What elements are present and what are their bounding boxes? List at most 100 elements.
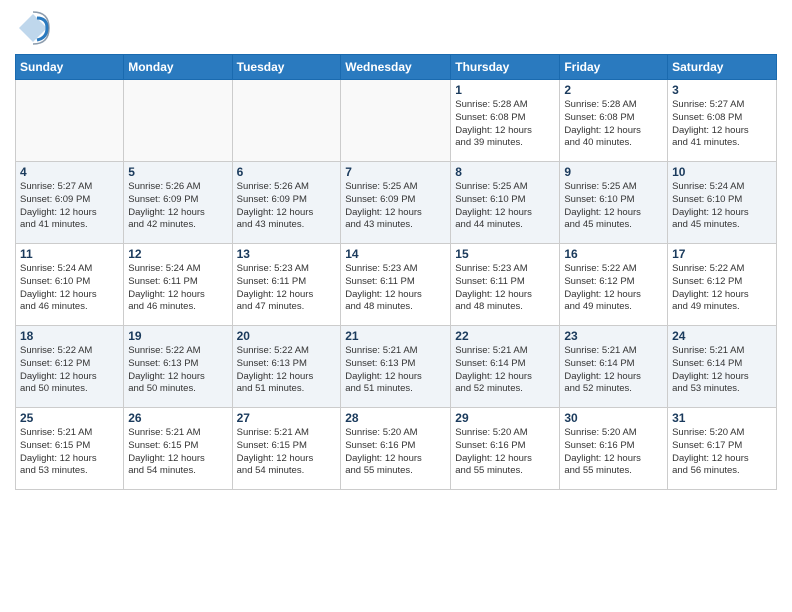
day-info: Sunrise: 5:27 AM Sunset: 6:09 PM Dayligh… [20, 181, 119, 232]
calendar-cell: 29 Sunrise: 5:20 AM Sunset: 6:16 PM Dayli… [451, 408, 560, 490]
day-number: 14 [345, 247, 446, 261]
day-info: Sunrise: 5:23 AM Sunset: 6:11 PM Dayligh… [237, 263, 337, 314]
day-info: Sunrise: 5:21 AM Sunset: 6:15 PM Dayligh… [128, 427, 227, 478]
day-info: Sunrise: 5:21 AM Sunset: 6:15 PM Dayligh… [237, 427, 337, 478]
calendar-week-row: 18 Sunrise: 5:22 AM Sunset: 6:12 PM Dayli… [16, 326, 777, 408]
day-info: Sunrise: 5:22 AM Sunset: 6:13 PM Dayligh… [128, 345, 227, 396]
day-info: Sunrise: 5:21 AM Sunset: 6:14 PM Dayligh… [672, 345, 772, 396]
day-number: 30 [564, 411, 663, 425]
calendar-cell: 30 Sunrise: 5:20 AM Sunset: 6:16 PM Dayli… [560, 408, 668, 490]
day-info: Sunrise: 5:22 AM Sunset: 6:12 PM Dayligh… [20, 345, 119, 396]
calendar-cell: 20 Sunrise: 5:22 AM Sunset: 6:13 PM Dayli… [232, 326, 341, 408]
day-number: 2 [564, 83, 663, 97]
day-info: Sunrise: 5:25 AM Sunset: 6:10 PM Dayligh… [564, 181, 663, 232]
day-info: Sunrise: 5:25 AM Sunset: 6:09 PM Dayligh… [345, 181, 446, 232]
day-info: Sunrise: 5:22 AM Sunset: 6:12 PM Dayligh… [564, 263, 663, 314]
day-number: 20 [237, 329, 337, 343]
calendar-cell: 21Sunrise: 5:21 AM Sunset: 6:13 PM Dayli… [341, 326, 451, 408]
calendar-cell: 15 Sunrise: 5:23 AM Sunset: 6:11 PM Dayli… [451, 244, 560, 326]
weekday-header-saturday: Saturday [668, 55, 777, 80]
day-number: 5 [128, 165, 227, 179]
calendar-cell [16, 80, 124, 162]
weekday-header-wednesday: Wednesday [341, 55, 451, 80]
calendar-cell [232, 80, 341, 162]
day-number: 4 [20, 165, 119, 179]
day-number: 31 [672, 411, 772, 425]
day-number: 29 [455, 411, 555, 425]
day-number: 10 [672, 165, 772, 179]
calendar-week-row: 1 Sunrise: 5:28 AM Sunset: 6:08 PM Daylig… [16, 80, 777, 162]
calendar-cell: 14 Sunrise: 5:23 AM Sunset: 6:11 PM Dayli… [341, 244, 451, 326]
day-number: 22 [455, 329, 555, 343]
weekday-header-friday: Friday [560, 55, 668, 80]
calendar-cell: 8 Sunrise: 5:25 AM Sunset: 6:10 PM Daylig… [451, 162, 560, 244]
day-info: Sunrise: 5:25 AM Sunset: 6:10 PM Dayligh… [455, 181, 555, 232]
calendar-cell: 9Sunrise: 5:25 AM Sunset: 6:10 PM Daylig… [560, 162, 668, 244]
day-info: Sunrise: 5:28 AM Sunset: 6:08 PM Dayligh… [455, 99, 555, 150]
day-number: 12 [128, 247, 227, 261]
calendar-cell: 3 Sunrise: 5:27 AM Sunset: 6:08 PM Daylig… [668, 80, 777, 162]
calendar-cell: 10 Sunrise: 5:24 AM Sunset: 6:10 PM Dayli… [668, 162, 777, 244]
day-number: 6 [237, 165, 337, 179]
calendar-cell: 26 Sunrise: 5:21 AM Sunset: 6:15 PM Dayli… [124, 408, 232, 490]
calendar-cell: 17 Sunrise: 5:22 AM Sunset: 6:12 PM Dayli… [668, 244, 777, 326]
day-info: Sunrise: 5:21 AM Sunset: 6:14 PM Dayligh… [455, 345, 555, 396]
day-info: Sunrise: 5:28 AM Sunset: 6:08 PM Dayligh… [564, 99, 663, 150]
weekday-header-sunday: Sunday [16, 55, 124, 80]
logo [15, 10, 55, 46]
calendar-cell: 22 Sunrise: 5:21 AM Sunset: 6:14 PM Dayli… [451, 326, 560, 408]
day-info: Sunrise: 5:22 AM Sunset: 6:12 PM Dayligh… [672, 263, 772, 314]
weekday-header-monday: Monday [124, 55, 232, 80]
calendar-cell: 7 Sunrise: 5:25 AM Sunset: 6:09 PM Daylig… [341, 162, 451, 244]
calendar-cell: 23 Sunrise: 5:21 AM Sunset: 6:14 PM Dayli… [560, 326, 668, 408]
day-info: Sunrise: 5:20 AM Sunset: 6:16 PM Dayligh… [455, 427, 555, 478]
weekday-header-thursday: Thursday [451, 55, 560, 80]
weekday-header-row: SundayMondayTuesdayWednesdayThursdayFrid… [16, 55, 777, 80]
day-info: Sunrise: 5:24 AM Sunset: 6:10 PM Dayligh… [20, 263, 119, 314]
calendar-week-row: 4 Sunrise: 5:27 AM Sunset: 6:09 PM Daylig… [16, 162, 777, 244]
day-number: 1 [455, 83, 555, 97]
day-number: 15 [455, 247, 555, 261]
day-number: 11 [20, 247, 119, 261]
calendar-cell: 1 Sunrise: 5:28 AM Sunset: 6:08 PM Daylig… [451, 80, 560, 162]
calendar-cell [341, 80, 451, 162]
day-number: 25 [20, 411, 119, 425]
day-info: Sunrise: 5:22 AM Sunset: 6:13 PM Dayligh… [237, 345, 337, 396]
calendar-cell: 28 Sunrise: 5:20 AM Sunset: 6:16 PM Dayli… [341, 408, 451, 490]
calendar-cell: 19 Sunrise: 5:22 AM Sunset: 6:13 PM Dayli… [124, 326, 232, 408]
day-number: 17 [672, 247, 772, 261]
day-number: 3 [672, 83, 772, 97]
day-info: Sunrise: 5:26 AM Sunset: 6:09 PM Dayligh… [128, 181, 227, 232]
day-number: 19 [128, 329, 227, 343]
day-info: Sunrise: 5:23 AM Sunset: 6:11 PM Dayligh… [455, 263, 555, 314]
calendar-cell: 12Sunrise: 5:24 AM Sunset: 6:11 PM Dayli… [124, 244, 232, 326]
day-number: 7 [345, 165, 446, 179]
calendar-week-row: 11 Sunrise: 5:24 AM Sunset: 6:10 PM Dayli… [16, 244, 777, 326]
day-number: 18 [20, 329, 119, 343]
calendar-cell [124, 80, 232, 162]
calendar-cell: 27 Sunrise: 5:21 AM Sunset: 6:15 PM Dayli… [232, 408, 341, 490]
day-info: Sunrise: 5:23 AM Sunset: 6:11 PM Dayligh… [345, 263, 446, 314]
day-info: Sunrise: 5:20 AM Sunset: 6:16 PM Dayligh… [345, 427, 446, 478]
day-number: 21 [345, 329, 446, 343]
calendar-table: SundayMondayTuesdayWednesdayThursdayFrid… [15, 54, 777, 490]
day-info: Sunrise: 5:21 AM Sunset: 6:14 PM Dayligh… [564, 345, 663, 396]
calendar-cell: 16 Sunrise: 5:22 AM Sunset: 6:12 PM Dayli… [560, 244, 668, 326]
day-number: 28 [345, 411, 446, 425]
day-number: 26 [128, 411, 227, 425]
calendar-cell: 2 Sunrise: 5:28 AM Sunset: 6:08 PM Daylig… [560, 80, 668, 162]
day-number: 8 [455, 165, 555, 179]
day-number: 23 [564, 329, 663, 343]
calendar-cell: 6Sunrise: 5:26 AM Sunset: 6:09 PM Daylig… [232, 162, 341, 244]
day-info: Sunrise: 5:21 AM Sunset: 6:15 PM Dayligh… [20, 427, 119, 478]
day-number: 24 [672, 329, 772, 343]
day-info: Sunrise: 5:27 AM Sunset: 6:08 PM Dayligh… [672, 99, 772, 150]
calendar-cell: 18 Sunrise: 5:22 AM Sunset: 6:12 PM Dayli… [16, 326, 124, 408]
calendar-cell: 4 Sunrise: 5:27 AM Sunset: 6:09 PM Daylig… [16, 162, 124, 244]
day-info: Sunrise: 5:20 AM Sunset: 6:16 PM Dayligh… [564, 427, 663, 478]
day-number: 13 [237, 247, 337, 261]
calendar-cell: 31Sunrise: 5:20 AM Sunset: 6:17 PM Dayli… [668, 408, 777, 490]
day-info: Sunrise: 5:24 AM Sunset: 6:10 PM Dayligh… [672, 181, 772, 232]
day-number: 27 [237, 411, 337, 425]
day-number: 16 [564, 247, 663, 261]
